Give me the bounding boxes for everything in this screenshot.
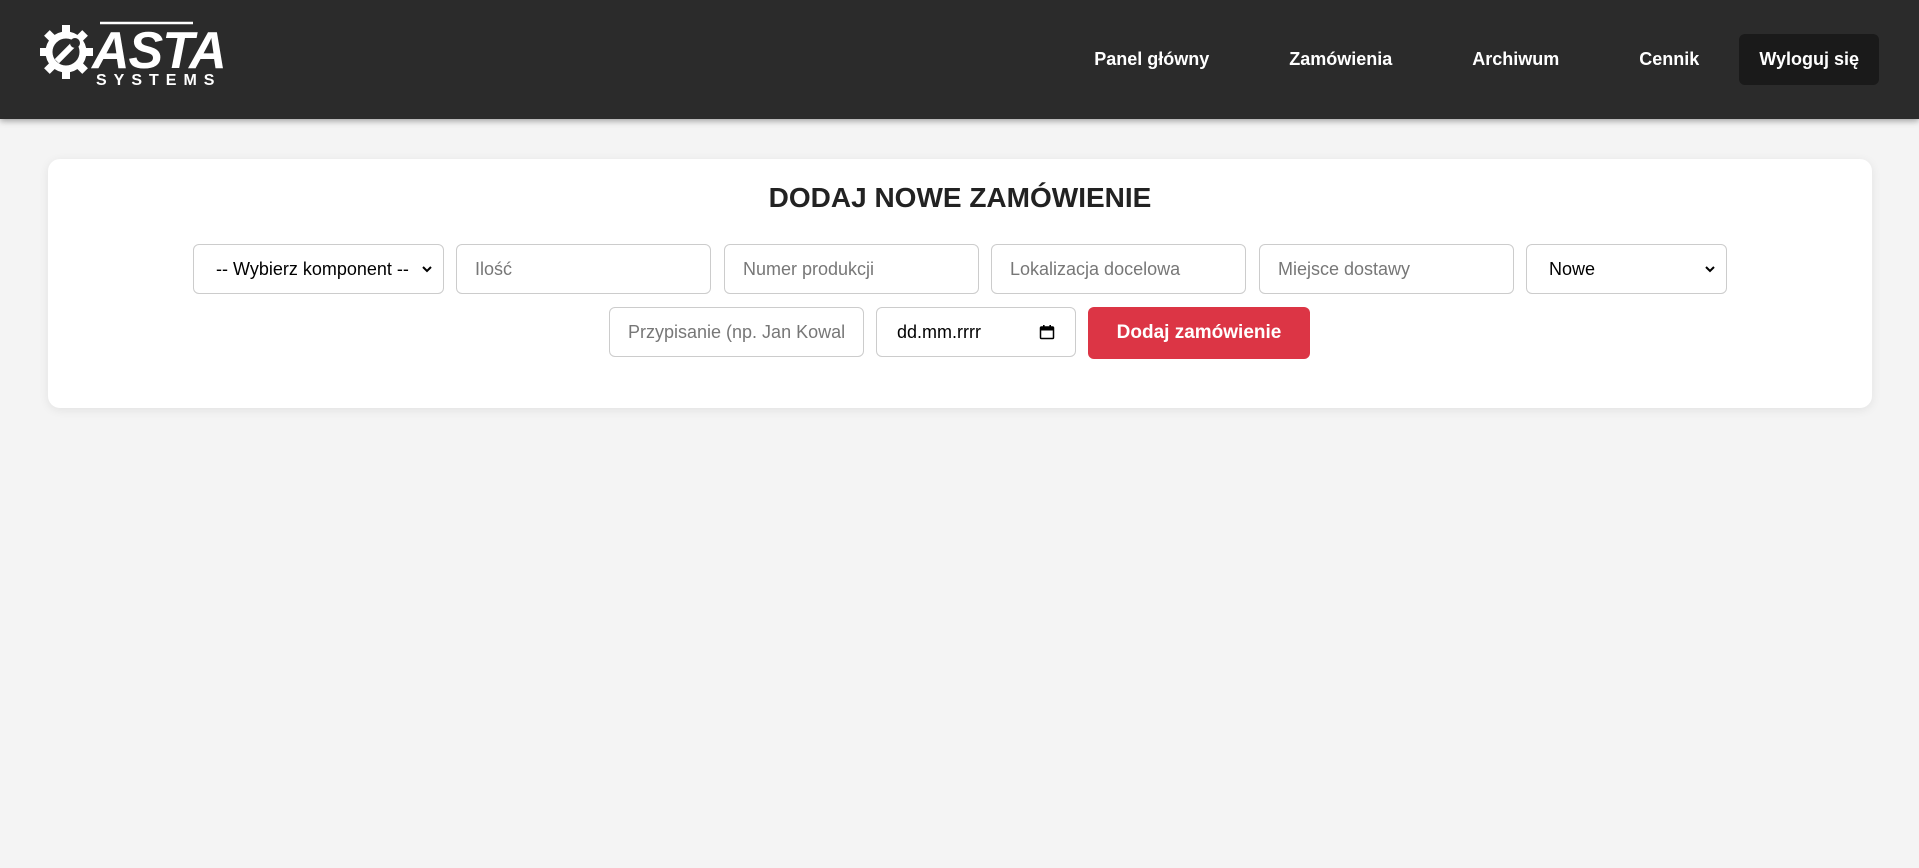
component-select[interactable]: -- Wybierz komponent -- <box>193 244 444 294</box>
date-input-value: dd.mm.rrrr <box>897 321 981 342</box>
top-navbar: ASTA SYSTEMS Panel główny Zamówienia Arc… <box>0 0 1919 119</box>
chevron-down-icon <box>422 266 432 273</box>
chevron-down-icon <box>1705 266 1715 273</box>
page-title: DODAJ NOWE ZAMÓWIENIE <box>768 182 1152 213</box>
date-input[interactable]: dd.mm.rrrr <box>876 307 1076 357</box>
add-order-button[interactable]: Dodaj zamówienie <box>1088 307 1310 359</box>
nav-item-dashboard[interactable]: Panel główny <box>1054 34 1249 85</box>
nav-item-pricelist[interactable]: Cennik <box>1599 34 1739 85</box>
calendar-icon[interactable] <box>1039 324 1055 340</box>
quantity-input[interactable] <box>456 244 711 294</box>
new-order-card: DODAJ NOWE ZAMÓWIENIE -- Wybierz kompone… <box>48 159 1872 408</box>
logo[interactable]: ASTA SYSTEMS <box>39 20 230 94</box>
status-select-value: Nowe <box>1549 258 1596 279</box>
component-select-value: -- Wybierz komponent -- <box>216 258 409 279</box>
nav-item-archive[interactable]: Archiwum <box>1432 34 1599 85</box>
delivery-place-input[interactable] <box>1259 244 1514 294</box>
target-location-input[interactable] <box>991 244 1246 294</box>
main-nav: Panel główny Zamówienia Archiwum Cennik … <box>1054 34 1879 85</box>
nav-item-orders[interactable]: Zamówienia <box>1249 34 1432 85</box>
status-select[interactable]: Nowe <box>1526 244 1727 294</box>
logout-button[interactable]: Wyloguj się <box>1739 34 1879 85</box>
logo-subtext: SYSTEMS <box>96 72 222 89</box>
production-number-input[interactable] <box>724 244 979 294</box>
assignment-input[interactable] <box>609 307 864 357</box>
